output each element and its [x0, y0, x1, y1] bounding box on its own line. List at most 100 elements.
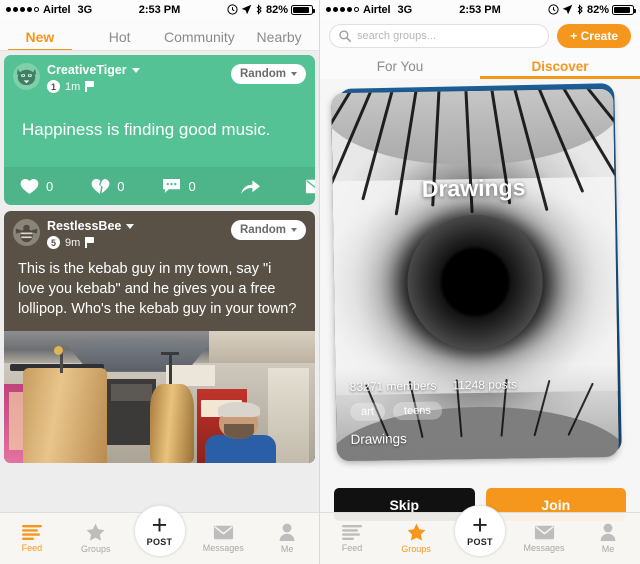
nav-feed-label: Feed [21, 542, 43, 553]
star-icon [407, 523, 425, 541]
dislike-button[interactable]: 0 [91, 178, 124, 195]
search-row: search groups... + Create [320, 19, 640, 52]
post-body: Happiness is finding good music. [4, 97, 315, 167]
post-text: This is the kebab guy in my town, say "i… [18, 261, 297, 317]
post-photo[interactable] [4, 331, 315, 463]
bee-avatar[interactable] [13, 219, 40, 246]
comment-button[interactable]: 0 [162, 178, 196, 194]
channel-chip[interactable]: Random [231, 64, 306, 84]
share-arrow-icon [240, 179, 260, 194]
carrier-label: Airtel [363, 3, 391, 16]
tab-nearby[interactable]: Nearby [239, 29, 319, 51]
flag-icon[interactable] [85, 237, 95, 248]
tab-new[interactable]: New [0, 29, 80, 51]
post-time: 1m [65, 80, 81, 93]
groups-tab-bar: For You Discover [320, 52, 640, 79]
post-button-label: POST [467, 536, 493, 547]
network-type-label: 3G [77, 3, 93, 16]
bluetooth-icon [577, 4, 583, 15]
heart-icon [20, 178, 39, 194]
network-type-label: 3G [397, 3, 413, 16]
nav-me-label: Me [280, 544, 294, 554]
battery-icon [612, 4, 636, 15]
feed-screen: Airtel 3G 2:53 PM 82% New Hot Community … [0, 0, 320, 564]
chevron-down-icon [291, 228, 297, 232]
group-tag[interactable]: teens [392, 401, 443, 421]
comment-bubble-icon [163, 178, 181, 194]
post-time: 9m [65, 236, 81, 249]
groups-screen: Airtel 3G 2:53 PM 82% search groups... +… [320, 0, 640, 564]
chevron-down-icon [291, 72, 297, 76]
post-button[interactable]: + POST [454, 505, 506, 557]
plus-icon: + [151, 509, 168, 540]
nav-messages[interactable]: Messages [191, 513, 255, 564]
tab-community[interactable]: Community [160, 29, 240, 51]
message-button[interactable] [305, 179, 315, 194]
chevron-down-icon[interactable] [126, 223, 135, 229]
chevron-down-icon[interactable] [131, 67, 140, 73]
post-button-label: POST [146, 536, 173, 547]
group-card-info: 83271 members 11248 posts art teens Draw… [335, 363, 619, 462]
tab-discover[interactable]: Discover [480, 59, 640, 79]
feed-tab-bar: New Hot Community Nearby [0, 19, 319, 51]
post-header: CreativeTiger 1 1m Random [4, 55, 315, 97]
channel-label: Random [240, 68, 286, 80]
nav-groups[interactable]: Groups [384, 513, 448, 564]
post-username: CreativeTiger [47, 63, 127, 77]
group-tags: art teens [349, 399, 604, 421]
nav-feed[interactable]: Feed [320, 513, 384, 564]
post-card[interactable]: RestlessBee 5 9m Random This is the keba… [4, 211, 315, 463]
nav-me[interactable]: Me [576, 513, 640, 564]
comment-count: 0 [188, 178, 196, 194]
nav-groups[interactable]: Groups [64, 513, 128, 564]
share-button[interactable] [240, 178, 261, 195]
battery-percent-label: 82% [586, 3, 609, 16]
status-bar: Airtel 3G 2:53 PM 82% [320, 0, 640, 19]
tab-for-you[interactable]: For You [320, 59, 480, 79]
broken-heart-icon [91, 178, 110, 194]
nav-feed[interactable]: Feed [0, 513, 64, 564]
plus-icon: + [472, 509, 488, 540]
group-posts-count: 11248 posts [452, 377, 518, 393]
post-button[interactable]: + POST [133, 505, 186, 557]
post-meta: 1 1m [47, 80, 231, 93]
post-actions: 0 0 0 [4, 167, 315, 205]
group-title-overlay: Drawings [421, 174, 526, 202]
status-bar-right: 82% [548, 3, 636, 16]
signal-strength-icon [6, 7, 39, 12]
envelope-icon [213, 525, 233, 539]
tiger-avatar[interactable] [13, 63, 40, 90]
bottom-nav-bar: Feed Groups Messages Me + POST [0, 505, 319, 564]
group-stats: 83271 members 11248 posts [350, 376, 604, 394]
flag-icon[interactable] [85, 81, 95, 92]
post-username-row[interactable]: CreativeTiger [47, 63, 231, 77]
post-badge: 5 [47, 236, 60, 249]
envelope-icon [534, 525, 554, 539]
feed-icon [21, 524, 42, 540]
group-tag[interactable]: art [349, 402, 386, 421]
nav-me[interactable]: Me [255, 513, 319, 564]
create-group-button[interactable]: + Create [557, 23, 631, 48]
feed-list[interactable]: CreativeTiger 1 1m Random Happiness is f… [0, 51, 319, 512]
post-body: This is the kebab guy in my town, say "i… [4, 253, 315, 331]
location-arrow-icon [241, 4, 252, 15]
signal-strength-icon [326, 7, 359, 12]
post-username-row[interactable]: RestlessBee [47, 219, 231, 233]
nav-groups-label: Groups [401, 544, 431, 554]
status-bar-left: Airtel 3G [6, 4, 92, 16]
group-card-deck: Drawings 83271 members 11248 posts art t… [320, 82, 640, 512]
nav-messages[interactable]: Messages [512, 513, 576, 564]
group-card[interactable]: Drawings 83271 members 11248 posts art t… [331, 88, 619, 462]
post-username: RestlessBee [47, 219, 122, 233]
search-input[interactable]: search groups... [329, 23, 550, 48]
tab-hot[interactable]: Hot [80, 29, 160, 51]
like-button[interactable]: 0 [20, 178, 53, 195]
post-badge: 1 [47, 80, 60, 93]
post-user-block: CreativeTiger 1 1m [47, 63, 231, 93]
battery-icon [291, 4, 315, 15]
post-card[interactable]: CreativeTiger 1 1m Random Happiness is f… [4, 55, 315, 205]
bottom-nav-bar: Feed Groups Messages Me + POST [320, 505, 640, 564]
nav-feed-label: Feed [341, 542, 363, 553]
channel-chip[interactable]: Random [231, 220, 306, 240]
dislike-count: 0 [117, 178, 125, 194]
